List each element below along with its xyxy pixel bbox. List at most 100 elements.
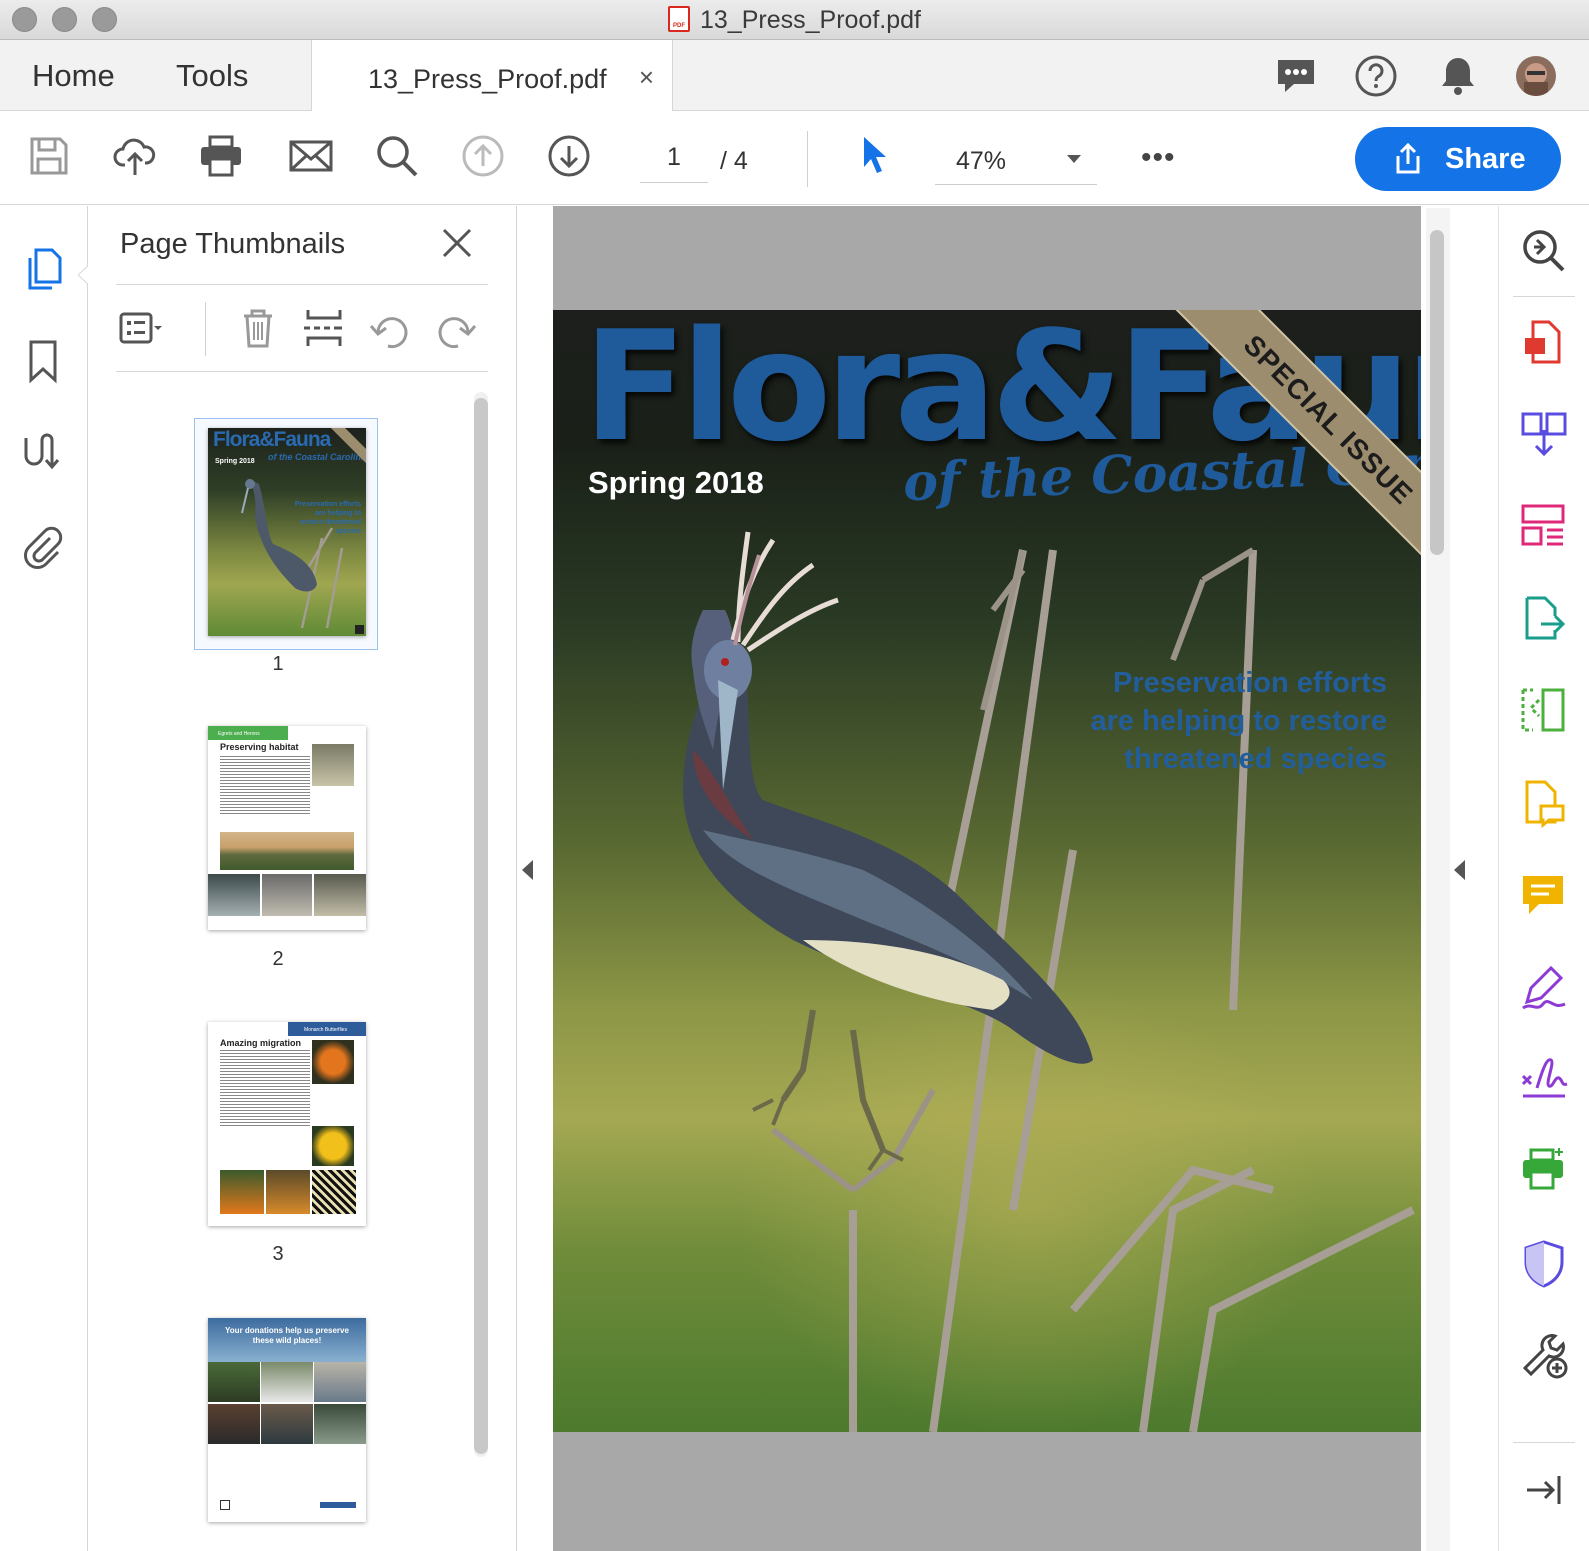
- divider: [1513, 1442, 1575, 1443]
- upload-cloud-icon[interactable]: [112, 133, 158, 179]
- thumb-body-text: [220, 1050, 310, 1126]
- expand-right-panel-icon[interactable]: [1454, 860, 1465, 880]
- collapse-left-panel-icon[interactable]: [522, 860, 533, 880]
- eggs-image: [208, 874, 260, 916]
- tab-home[interactable]: Home: [32, 58, 115, 94]
- tagline-line: are helping to restore: [1090, 705, 1387, 737]
- combine-files-icon[interactable]: [1519, 410, 1569, 460]
- page-number-input[interactable]: 1: [640, 143, 708, 183]
- thumb-heading: Your donations help us preserve these wi…: [225, 1326, 349, 1345]
- page-canvas: Flora&Fauna of the Coastal Carolinas Spr…: [553, 206, 1421, 1551]
- tab-bar: Home Tools 13_Press_Proof.pdf ×: [0, 40, 1589, 112]
- rotate-counterclockwise-icon[interactable]: [368, 306, 412, 350]
- notifications-bell-icon[interactable]: [1436, 54, 1480, 98]
- chevron-down-icon: [1067, 155, 1081, 163]
- fill-sign-icon[interactable]: [1519, 962, 1569, 1012]
- tab-document-label: 13_Press_Proof.pdf: [368, 64, 607, 94]
- page-thumbnail-1[interactable]: Flora&Fauna of the Coastal Carolinas Spr…: [208, 428, 366, 636]
- divider: [116, 284, 488, 285]
- magazine-season: Spring 2018: [588, 465, 764, 500]
- attachment-icon[interactable]: [20, 524, 66, 570]
- photo-tile: [314, 1362, 366, 1402]
- divider: [1513, 296, 1575, 297]
- thumb-marker: [355, 625, 364, 634]
- thumb-section-label: Egrets and Herons: [208, 726, 288, 740]
- page-thumbnails-icon[interactable]: [20, 246, 66, 292]
- photo-tile: [261, 1362, 313, 1402]
- tagline-line: threatened species: [1124, 743, 1387, 775]
- close-icon[interactable]: [440, 226, 474, 260]
- collapse-panel-icon[interactable]: [1519, 1464, 1569, 1514]
- thumb-section-label: Monarch Butterflies: [288, 1022, 366, 1036]
- help-icon[interactable]: [1354, 54, 1398, 98]
- share-button[interactable]: Share: [1355, 127, 1561, 191]
- thumbnails-scrollbar-thumb[interactable]: [474, 398, 488, 1454]
- email-icon[interactable]: [288, 133, 334, 179]
- page-thumbnails-panel: Page Thumbnails Flora&Fauna of the Coast…: [88, 206, 517, 1551]
- page-down-icon[interactable]: [546, 133, 592, 179]
- split-page-icon[interactable]: [302, 306, 346, 350]
- rotate-clockwise-icon[interactable]: [434, 306, 478, 350]
- qr-code-icon: [220, 1500, 230, 1510]
- magazine-cover: Flora&Fauna of the Coastal Carolinas Spr…: [553, 310, 1421, 1432]
- thumb-subtitle: of the Coastal Carolinas: [268, 452, 366, 462]
- flower-image: [312, 1126, 354, 1166]
- organize-pages-icon[interactable]: [1519, 502, 1569, 552]
- divider: [205, 302, 206, 356]
- edit-pdf-icon[interactable]: [1519, 778, 1569, 828]
- butterfly-image: [312, 1040, 354, 1084]
- compress-icon[interactable]: [1519, 686, 1569, 736]
- tagline-line: Preservation efforts: [1113, 667, 1387, 699]
- divider: [116, 371, 488, 372]
- thumbnail-number-2: 2: [272, 948, 284, 970]
- comments-icon[interactable]: [1274, 54, 1318, 98]
- heron-image: [241, 478, 344, 628]
- toolbar: 1 / 4 47% ••• Share: [0, 111, 1589, 205]
- tab-tools[interactable]: Tools: [176, 58, 248, 94]
- avatar[interactable]: [1514, 54, 1558, 98]
- bookmark-icon[interactable]: [20, 338, 66, 384]
- select-pointer-icon[interactable]: [852, 133, 898, 179]
- create-pdf-icon[interactable]: [1519, 318, 1569, 368]
- thumbnail-options-icon[interactable]: [118, 306, 162, 350]
- photo-tile: [314, 1404, 366, 1444]
- nest-image: [314, 874, 366, 916]
- logo-mark: [320, 1502, 356, 1508]
- print-icon[interactable]: [198, 133, 244, 179]
- page-thumbnail-4[interactable]: Your donations help us preserve these wi…: [208, 1318, 366, 1522]
- thumb-heading: Preserving habitat: [220, 742, 299, 752]
- thumb-heading: Amazing migration: [220, 1038, 302, 1048]
- more-options-button[interactable]: •••: [1141, 141, 1176, 175]
- page-thumbnail-3[interactable]: Monarch Butterflies Amazing migration: [208, 1022, 366, 1226]
- delete-page-icon[interactable]: [236, 306, 280, 350]
- thumbnail-number-1: 1: [272, 653, 284, 675]
- page-up-icon[interactable]: [460, 133, 506, 179]
- zoom-value: 47%: [956, 147, 1007, 175]
- zebra-butterfly-image: [312, 1170, 356, 1214]
- document-viewer[interactable]: Flora&Fauna of the Coastal Carolinas Spr…: [518, 206, 1498, 1551]
- document-scrollbar-thumb[interactable]: [1430, 230, 1444, 555]
- search-icon[interactable]: [374, 133, 420, 179]
- butterfly-image: [266, 1170, 310, 1214]
- comment-icon[interactable]: [1519, 870, 1569, 920]
- zoom-icon[interactable]: [1519, 226, 1569, 276]
- save-icon[interactable]: [26, 133, 72, 179]
- thumb-tagline: Preservation efforts are helping to rest…: [294, 501, 361, 535]
- close-tab-button[interactable]: ×: [639, 62, 654, 93]
- pdf-file-icon: [668, 6, 690, 32]
- export-pdf-icon[interactable]: [1519, 594, 1569, 644]
- page-thumbnail-2[interactable]: Egrets and Herons Preserving habitat: [208, 726, 366, 930]
- tab-document[interactable]: 13_Press_Proof.pdf ×: [311, 40, 673, 112]
- zoom-select[interactable]: 47%: [935, 143, 1097, 185]
- photo-tile: [208, 1362, 260, 1402]
- chicks-image: [262, 874, 312, 916]
- butterfly-image: [220, 1170, 264, 1214]
- request-signature-icon[interactable]: [1519, 1054, 1569, 1104]
- print-production-icon[interactable]: [1519, 1146, 1569, 1196]
- more-tools-icon[interactable]: [1519, 1330, 1569, 1380]
- toolbar-divider: [807, 131, 808, 187]
- protect-icon[interactable]: [1519, 1238, 1569, 1288]
- panel-title: Page Thumbnails: [120, 228, 346, 260]
- signature-icon[interactable]: [20, 430, 66, 476]
- title-bar: 13_Press_Proof.pdf: [0, 0, 1589, 40]
